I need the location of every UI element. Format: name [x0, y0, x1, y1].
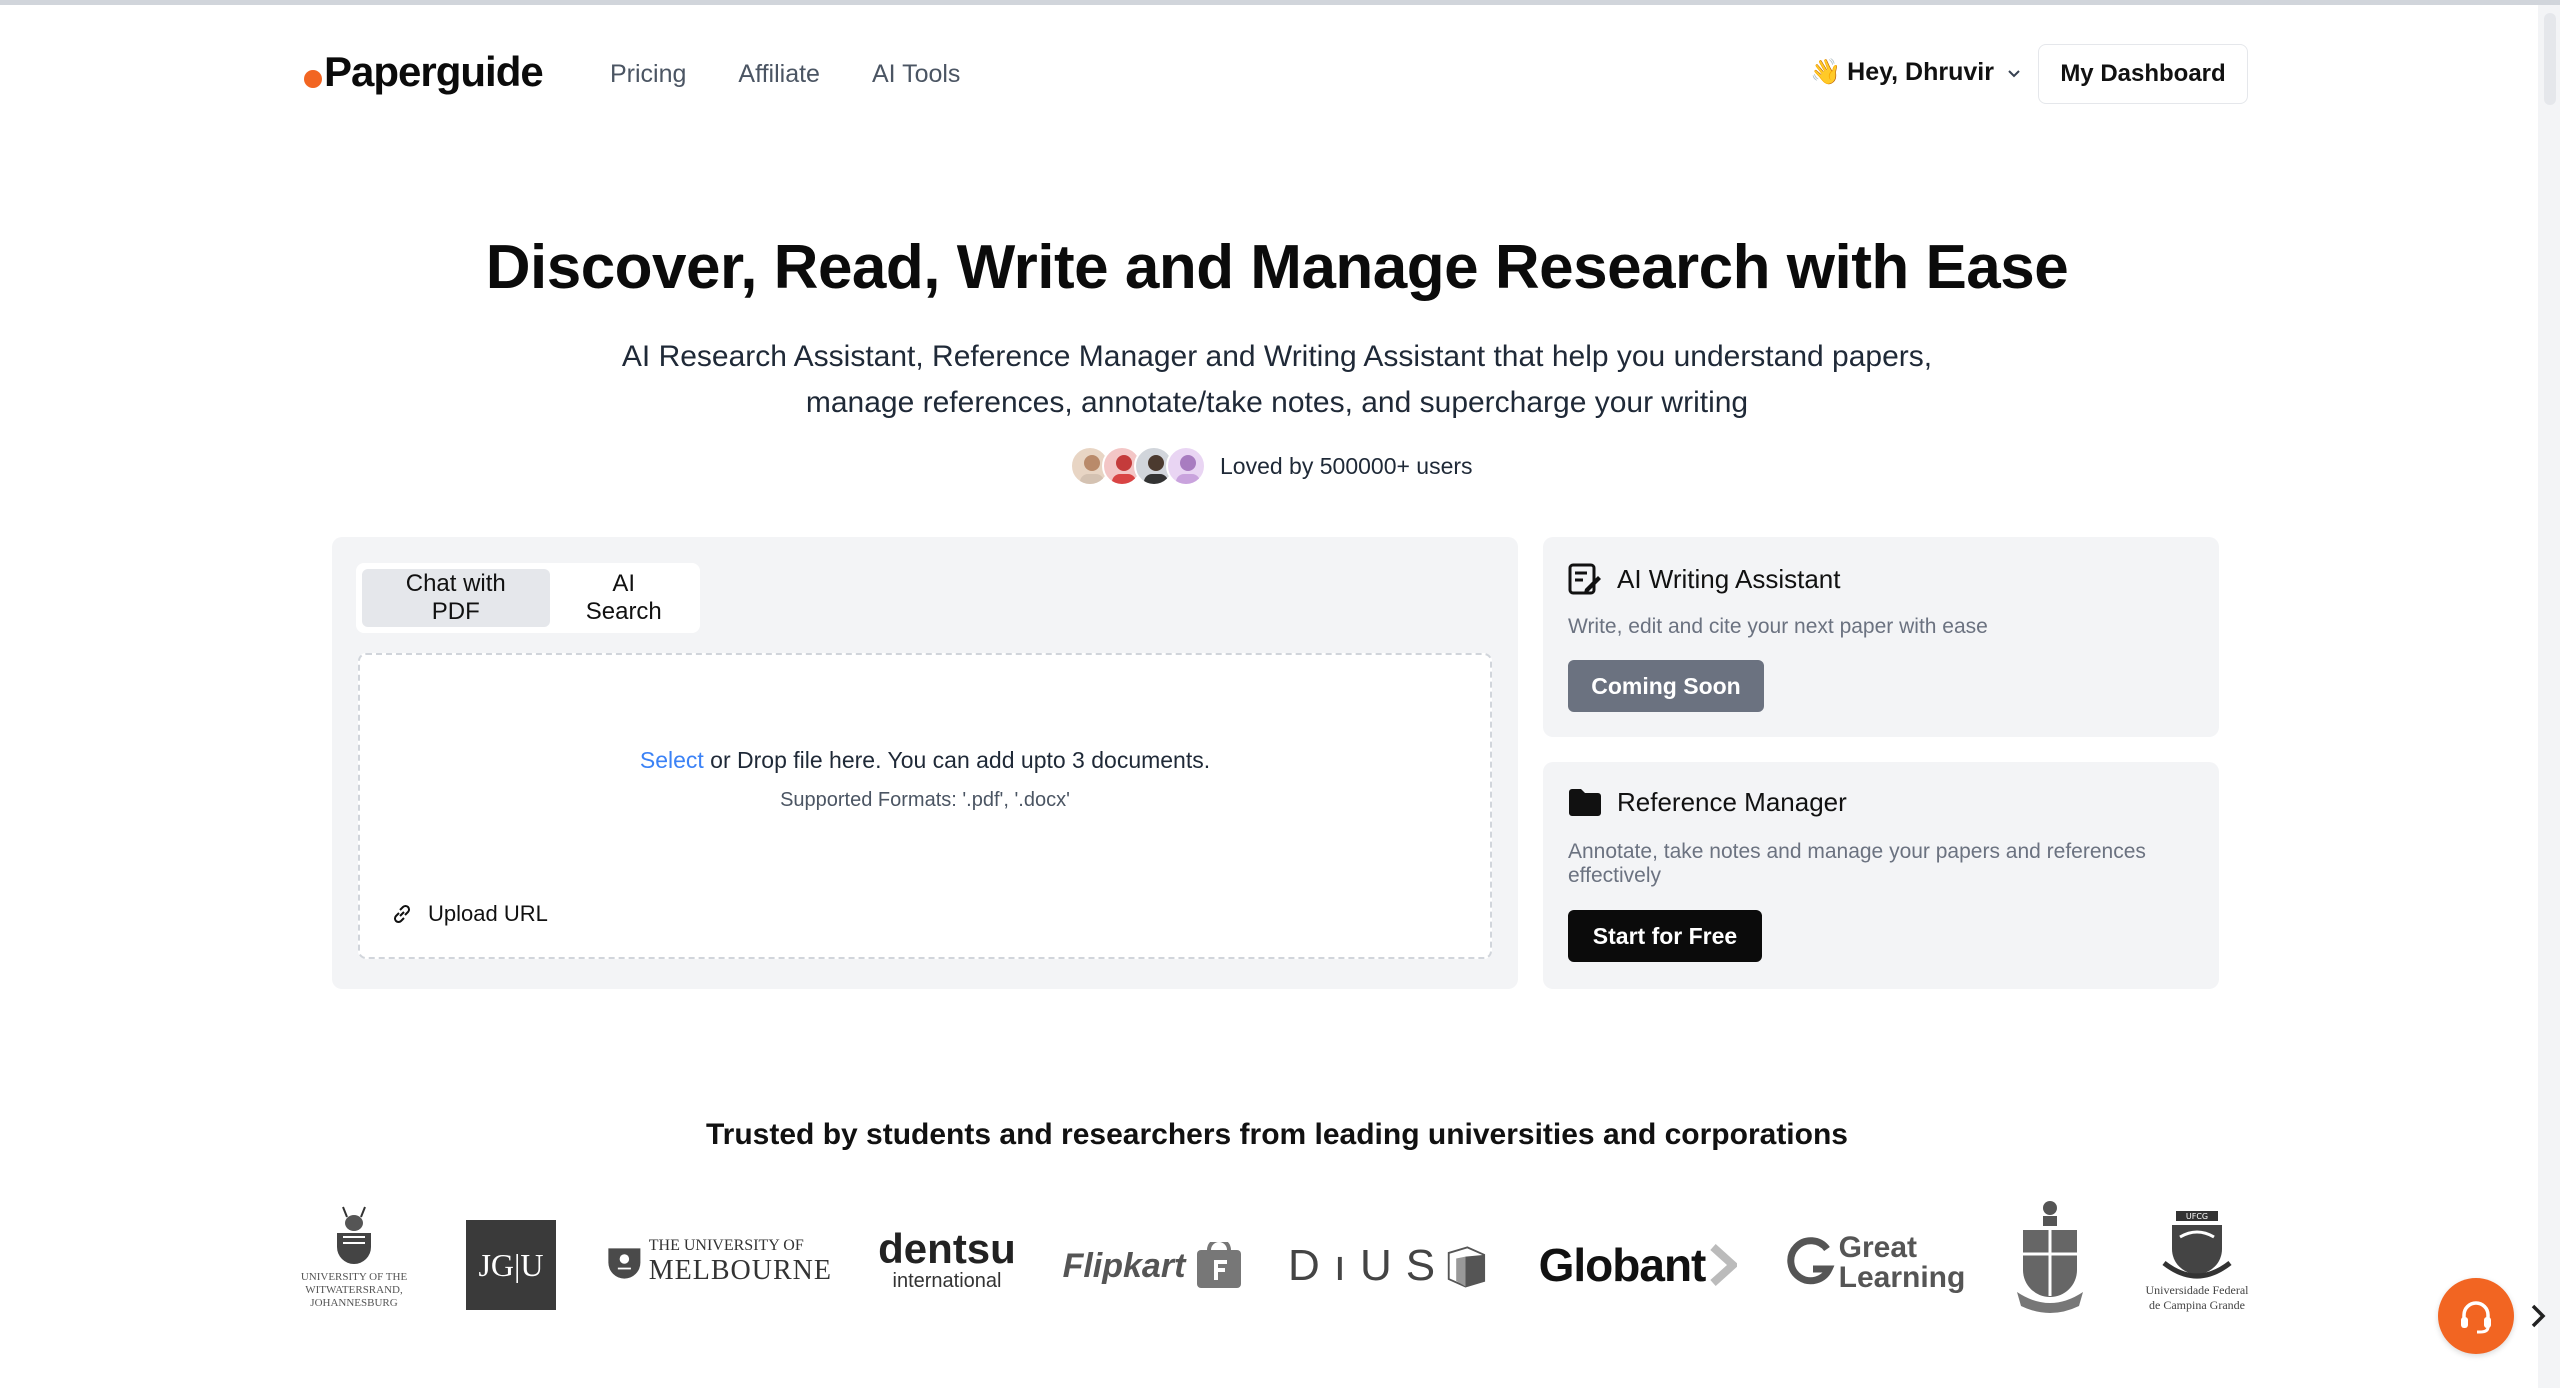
melbourne-small-text: THE UNIVERSITY OF: [648, 1237, 804, 1254]
ufcg-emblem-icon: UFCG: [2162, 1211, 2232, 1279]
writing-card-description: Write, edit and cite your next paper wit…: [1568, 615, 1988, 638]
hero-subtitle: AI Research Assistant, Reference Manager…: [621, 340, 1933, 419]
reference-card-description: Annotate, take notes and manage your pap…: [1568, 840, 2146, 887]
trusted-heading: Trusted by students and researchers from…: [706, 1118, 1848, 1151]
tab-ai-search[interactable]: AI Search: [554, 569, 694, 627]
melbourne-crest-icon: [608, 1248, 641, 1279]
drop-text: or Drop file here. You can add upto 3 do…: [703, 747, 1211, 773]
ufcg-line-2: de Campina Grande: [2149, 1298, 2245, 1312]
wits-line-1: UNIVERSITY OF THE: [300, 1270, 408, 1283]
globant-chevron-icon: [1710, 1244, 1738, 1286]
melbourne-university-logo: THE UNIVERSITY OF MELBOURNE: [606, 1232, 832, 1292]
user-menu-toggle[interactable]: 👋 Hey, Dhruvir: [1810, 58, 2022, 87]
reference-card-header: Reference Manager: [1567, 786, 1847, 818]
great-learning-logo: Great Learning: [1786, 1230, 1966, 1296]
social-proof: Loved by 500000+ users: [1070, 446, 1473, 486]
great-learning-line-2: Learning: [1838, 1261, 1966, 1294]
pen-note-icon: [1568, 563, 1601, 595]
writing-card-title: AI Writing Assistant: [1617, 563, 1841, 594]
file-dropzone[interactable]: Select or Drop file here. You can add up…: [358, 653, 1492, 959]
great-learning-line-1: Great: [1838, 1231, 1918, 1264]
melbourne-big-text: MELBOURNE: [648, 1255, 832, 1286]
hero-title: Discover, Read, Write and Manage Researc…: [485, 233, 2069, 302]
upload-url-label: Upload URL: [428, 901, 548, 926]
nav-link-pricing[interactable]: Pricing: [610, 60, 686, 89]
great-learning-g-icon: [1786, 1237, 1835, 1285]
wits-crest-icon: [337, 1206, 371, 1264]
wave-icon: 👋: [1810, 58, 1842, 86]
university-crest-logo: [2008, 1196, 2092, 1318]
upload-url-button[interactable]: Upload URL: [390, 901, 548, 927]
window-top-border: [0, 0, 2560, 5]
wits-university-logo: UNIVERSITY OF THE WITWATERSRAND, JOHANNE…: [290, 1196, 418, 1316]
partner-logos: UNIVERSITY OF THE WITWATERSRAND, JOHANNE…: [0, 1196, 2560, 1326]
page-scrollbar[interactable]: [2538, 5, 2560, 1388]
dentsu-text: dentsu: [878, 1224, 1016, 1272]
dropzone-instructions: Select or Drop file here. You can add up…: [360, 747, 1490, 774]
globant-text: Globant: [1538, 1239, 1707, 1291]
globant-logo: Globant: [1530, 1236, 1746, 1294]
university-crest-icon: [2017, 1201, 2083, 1313]
headset-icon: [2461, 1301, 2491, 1334]
writing-assistant-card: AI Writing Assistant Write, edit and cit…: [1543, 537, 2219, 737]
ufcg-badge-text: UFCG: [2186, 1212, 2208, 1221]
support-chat-button[interactable]: [2438, 1278, 2514, 1354]
jgu-logo: JG|U: [466, 1220, 556, 1310]
reference-manager-card: Reference Manager Annotate, take notes a…: [1543, 762, 2219, 989]
chevron-down-icon: [2008, 69, 2020, 77]
ufcg-logo: UFCG Universidade Federal de Campina Gra…: [2132, 1198, 2262, 1322]
loved-by-text: Loved by 500000+ users: [1220, 452, 1473, 479]
dentsu-international-logo: dentsu international: [872, 1220, 1022, 1300]
avatar: [1166, 446, 1206, 486]
ufcg-line-1: Universidade Federal: [2145, 1283, 2249, 1297]
dentsu-sub-text: international: [892, 1269, 1002, 1292]
dius-logo: DıUS: [1288, 1240, 1488, 1292]
coming-soon-button[interactable]: Coming Soon: [1568, 660, 1764, 712]
site-header: Paperguide Pricing Affiliate AI Tools 👋 …: [0, 40, 2560, 106]
nav-link-affiliate[interactable]: Affiliate: [738, 60, 820, 89]
dius-text: DıUS: [1288, 1241, 1450, 1290]
tab-chat-with-pdf[interactable]: Chat with PDF: [362, 569, 550, 627]
my-dashboard-button[interactable]: My Dashboard: [2038, 44, 2248, 104]
supported-formats: Supported Formats: '.pdf', '.docx': [780, 789, 1070, 811]
select-file-link[interactable]: Select: [640, 747, 704, 773]
main-nav: Pricing Affiliate AI Tools: [610, 60, 960, 89]
link-icon: [393, 904, 411, 924]
logo-text: Paperguide: [324, 48, 544, 95]
flipkart-logo: Flipkart: [1058, 1238, 1248, 1294]
writing-card-header: AI Writing Assistant: [1567, 561, 1841, 597]
user-avatars: [1070, 446, 1206, 486]
flipkart-bag-icon: [1197, 1242, 1242, 1288]
wits-line-3: JOHANNESBURG: [310, 1296, 398, 1309]
nav-link-ai-tools[interactable]: AI Tools: [872, 60, 960, 89]
user-greeting: Hey, Dhruvir: [1847, 58, 1994, 86]
chevron-right-icon[interactable]: [2528, 1302, 2548, 1330]
start-for-free-button[interactable]: Start for Free: [1568, 910, 1762, 962]
paperguide-logo[interactable]: Paperguide: [304, 48, 544, 96]
dius-cube-icon: [1447, 1246, 1486, 1288]
jgu-text: JG|U: [478, 1246, 544, 1283]
reference-card-title: Reference Manager: [1617, 786, 1847, 817]
flipkart-text: Flipkart: [1062, 1246, 1186, 1285]
logo-dot: [304, 70, 322, 88]
upload-card: Chat with PDF AI Search Select or Drop f…: [332, 537, 1518, 989]
wits-line-2: WITWATERSRAND,: [305, 1283, 403, 1296]
upload-tabs: Chat with PDF AI Search: [356, 563, 700, 633]
folder-icon: [1569, 789, 1601, 816]
